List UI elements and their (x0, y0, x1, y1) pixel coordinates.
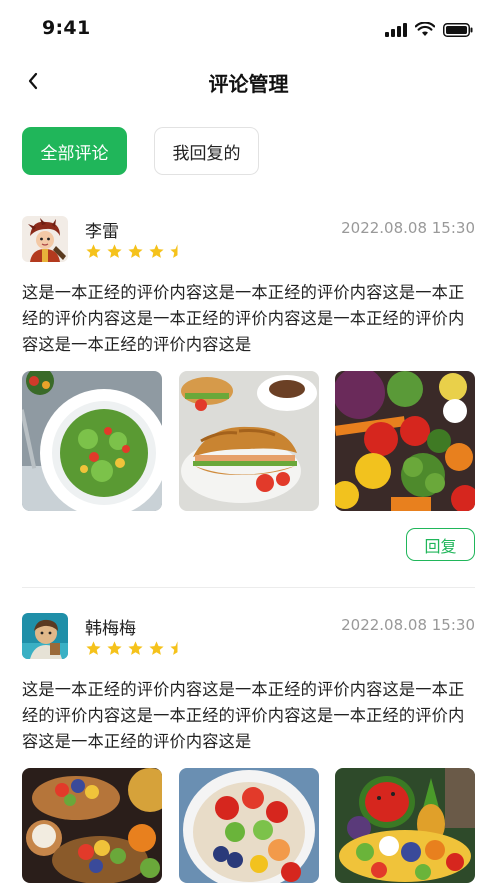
review-date: 2022.08.08 15:30 (341, 219, 475, 237)
reply-button[interactable]: 回复 (406, 528, 475, 561)
reviewer-name: 韩梅梅 (85, 619, 136, 639)
review-card: 韩梅梅 2022.08.08 15:30 这是一本正经的评价内容这是一本正经的评… (22, 613, 475, 883)
photo-fruit-bowls[interactable] (22, 768, 162, 883)
reviewer-name: 李雷 (85, 222, 119, 242)
avatar[interactable] (22, 613, 68, 659)
star-icon (149, 244, 164, 258)
half-star-icon (170, 244, 178, 258)
star-icon (128, 641, 143, 655)
cellular-signal-icon (385, 22, 407, 37)
star-icon (107, 641, 122, 655)
photo-croissant-sandwich[interactable] (178, 371, 319, 511)
review-card: 李雷 2022.08.08 15:30 这是一本正经的评价内容这是一本正经的评价… (22, 216, 475, 566)
page-title: 评论管理 (208, 72, 289, 96)
photo-fruit-salad[interactable] (178, 768, 319, 883)
photo-salad[interactable] (22, 371, 162, 511)
star-rating (85, 640, 186, 657)
star-rating (85, 243, 186, 260)
status-time: 9:41 (42, 17, 91, 39)
divider (22, 587, 475, 588)
star-icon (107, 244, 122, 258)
nav-bar: 评论管理 (0, 54, 497, 108)
review-date: 2022.08.08 15:30 (341, 616, 475, 634)
wifi-icon (415, 22, 435, 36)
status-icons (385, 22, 473, 37)
star-icon (86, 244, 101, 258)
avatar[interactable] (22, 216, 68, 262)
status-bar: 9:41 (0, 0, 497, 54)
photo-gallery (22, 768, 475, 883)
star-icon (128, 244, 143, 258)
star-icon (86, 641, 101, 655)
star-icon (149, 641, 164, 655)
filter-tabs: 全部评论 我回复的 (22, 127, 259, 175)
review-text: 这是一本正经的评价内容这是一本正经的评价内容这是一本正经的评价内容这是一本正经的… (22, 283, 465, 354)
half-star-icon (170, 641, 178, 655)
review-text: 这是一本正经的评价内容这是一本正经的评价内容这是一本正经的评价内容这是一本正经的… (22, 680, 465, 751)
photo-gallery (22, 371, 475, 511)
photo-fruit-platter[interactable] (335, 768, 475, 883)
tab-my-replies[interactable]: 我回复的 (154, 127, 259, 175)
photo-vegetables[interactable] (335, 371, 475, 511)
battery-icon (443, 22, 473, 37)
tab-all-reviews[interactable]: 全部评论 (22, 127, 127, 175)
